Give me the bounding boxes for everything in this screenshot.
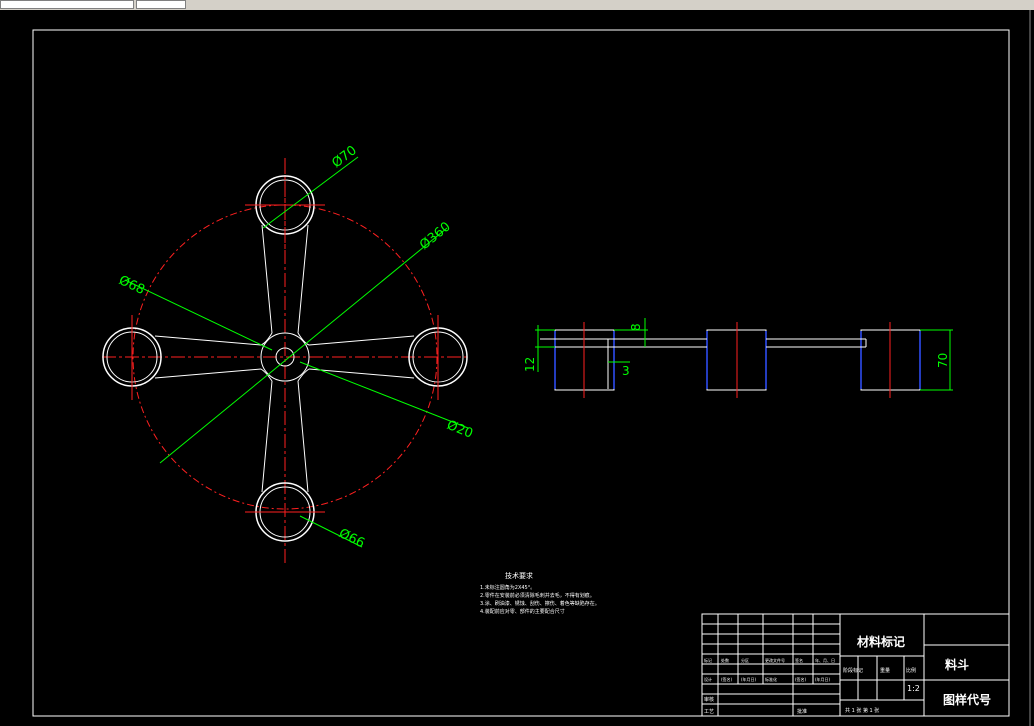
notes-line-4: 4.装配前应对零、部件的主要配合尺寸: [480, 608, 565, 615]
dim-70: 70: [936, 353, 950, 368]
dim-d68: Ø68: [116, 273, 147, 298]
approve-label: 批准: [797, 708, 807, 715]
command-input[interactable]: [0, 0, 134, 9]
header-2: 处数: [721, 657, 729, 663]
dim-d20: Ø20: [445, 418, 475, 442]
dim-3: 3: [622, 364, 630, 378]
technical-notes: 技术要求 1.未标注圆角为2X45°。 2.零件在安装前必须清除毛刺并去毛，不得…: [480, 571, 600, 615]
design-3: (年月日): [741, 676, 757, 682]
application-toolbar: [0, 0, 1034, 10]
scale-value: 1:2: [907, 684, 920, 693]
process-label: 工艺: [704, 709, 714, 715]
header-5: 签名: [795, 657, 803, 663]
dim-8: 8: [629, 323, 643, 331]
design-2: (签名): [721, 676, 733, 682]
material-mark: 材料标记: [856, 634, 905, 649]
dim-d66: Ø66: [336, 526, 367, 551]
notes-line-1: 1.未标注圆角为2X45°。: [480, 584, 535, 591]
header-1: 标记: [704, 657, 712, 663]
header-4: 更改文件号: [765, 657, 785, 663]
design-5: (签名): [795, 676, 807, 682]
sheet-label: 共 1 张 第 1 张: [845, 707, 879, 714]
drawing-code: 图样代号: [943, 692, 991, 707]
ratio-label: 比例: [906, 667, 916, 674]
header-3: 分区: [741, 657, 749, 663]
dimension-lines: [124, 156, 469, 548]
stage-label: 阶段标记: [843, 667, 863, 674]
weight-label: 重量: [880, 667, 890, 674]
drawing-canvas[interactable]: Ø70 Ø360 Ø68 Ø20 Ø66 8 12 3 70 技术要求 1.未标…: [0, 10, 1034, 726]
front-view: Ø70 Ø360 Ø68 Ø20 Ø66: [102, 143, 475, 565]
layer-dropdown[interactable]: [136, 0, 186, 9]
notes-line-3: 3.涂、刷油漆、锈蚀、刮伤、擦伤、着色等缺陷存在。: [480, 600, 600, 607]
design-1: 设计: [704, 676, 712, 682]
design-4: 标准化: [765, 676, 777, 682]
boss-top: [245, 160, 325, 250]
part-name: 料斗: [945, 657, 969, 672]
header-6: 年、月、日: [815, 657, 835, 663]
design-6: (年月日): [815, 676, 831, 682]
side-view: 8 12 3 70: [523, 318, 953, 398]
notes-line-2: 2.零件在安装前必须清除毛刺并去毛，不得有划痕。: [480, 592, 595, 599]
notes-title: 技术要求: [505, 571, 533, 580]
dim-d360: Ø360: [417, 219, 454, 253]
review-label: 审核: [704, 696, 714, 703]
dim-12: 12: [523, 357, 537, 372]
